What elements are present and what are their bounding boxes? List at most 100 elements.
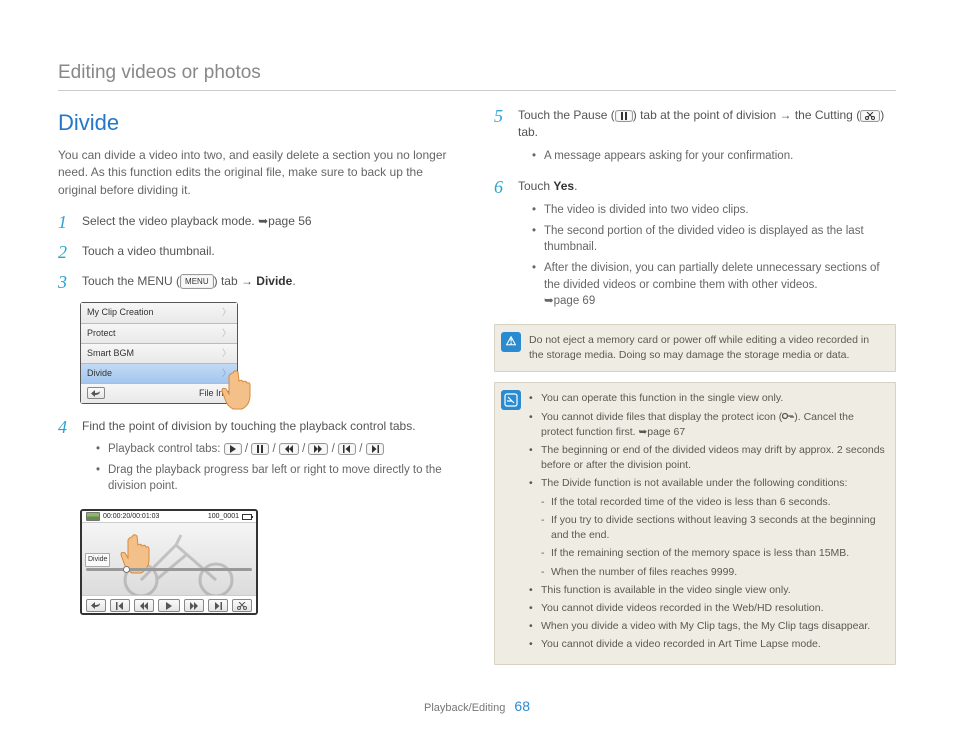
bullet: The second portion of the divided video … (532, 223, 896, 256)
page-ref-text: page 69 (554, 295, 596, 307)
info-bullet: You can operate this function in the sin… (529, 391, 885, 406)
warning-icon: ⚠ (501, 332, 521, 352)
key-icon (782, 412, 794, 420)
thumbnail-icon (86, 512, 100, 521)
chevron-right-icon: 〉 (222, 327, 231, 340)
divide-label: Divide (256, 274, 292, 288)
info-bullet: When you divide a video with My Clip tag… (529, 619, 885, 634)
chevron-right-icon: 〉 (222, 306, 231, 319)
step-number: 6 (494, 178, 512, 198)
bullet: The video is divided into two video clip… (532, 202, 896, 219)
content-columns: Divide You can divide a video into two, … (58, 107, 896, 675)
step-number: 5 (494, 107, 512, 127)
step-1: 1 Select the video playback mode. ➥page … (58, 213, 460, 233)
menu-item-selected: Divide〉 (81, 364, 237, 384)
step-text: Touch (518, 179, 553, 193)
left-column: Divide You can divide a video into two, … (58, 107, 460, 675)
step-4: 4 Find the point of division by touching… (58, 418, 460, 499)
info-bullet: The beginning or end of the divided vide… (529, 443, 885, 473)
menu-button-icon: MENU (180, 274, 214, 290)
bullet: Drag the playback progress bar left or r… (96, 462, 460, 495)
battery-icon (242, 514, 252, 520)
info-bullet: The Divide function is not available und… (529, 476, 885, 491)
page-ref: ➥page 56 (258, 214, 311, 228)
warning-note: ⚠ Do not eject a memory card or power of… (494, 324, 896, 372)
step-text: . (292, 274, 295, 288)
step-3: 3 Touch the MENU (MENU) tab → Divide. (58, 273, 460, 293)
step-body: Find the point of division by touching t… (82, 418, 460, 499)
page-ref-text: page 67 (647, 426, 685, 438)
step-6: 6 Touch Yes. The video is divided into t… (494, 178, 896, 313)
bullet: Playback control tabs: / / / / / (96, 441, 460, 458)
bullet: After the division, you can partially de… (532, 260, 896, 310)
step-text: ) tab at the point of division → the Cut… (633, 108, 860, 122)
menu-item: Smart BGM 〉 (81, 344, 237, 364)
bullet: A message appears asking for your confir… (532, 148, 896, 165)
clipname: 100_0001 (208, 512, 239, 522)
bullet-text: Playback control tabs: (108, 443, 224, 455)
menu-item-label: My Clip Creation (87, 306, 154, 319)
info-bullet: This function is available in the video … (529, 583, 885, 598)
info-sub-bullet: If the total recorded time of the video … (529, 495, 885, 510)
step-body: Touch the Pause ( ) tab at the point of d… (518, 107, 896, 168)
frame-back-icon (338, 443, 356, 455)
footer-section: Playback/Editing (424, 702, 505, 714)
step-text: ) tab → (214, 274, 257, 288)
page-footer: Playback/Editing 68 (0, 698, 954, 714)
timecode: 00:00:20/00:01:03 (103, 512, 159, 522)
step-5: 5 Touch the Pause ( ) tab at the point of… (494, 107, 896, 168)
rewind-button (134, 599, 154, 612)
page-heading: Editing videos or photos (58, 62, 896, 91)
menu-bottom-row: File Info (81, 384, 237, 403)
fast-forward-icon (308, 443, 328, 455)
step-text: . (574, 179, 577, 193)
step-body: Touch the MENU (MENU) tab → Divide. (82, 273, 460, 290)
right-column: 5 Touch the Pause ( ) tab at the point of… (494, 107, 896, 675)
info-sub-bullet: If the remaining section of the memory s… (529, 546, 885, 561)
step-number: 1 (58, 213, 76, 233)
step-text: Touch the MENU ( (82, 274, 180, 288)
intro-paragraph: You can divide a video into two, and eas… (58, 147, 460, 199)
player-viewport: Divide (82, 523, 256, 595)
menu-item-label: Smart BGM (87, 347, 134, 360)
info-text: You cannot divide files that display the… (541, 411, 782, 423)
player-controls (82, 595, 256, 615)
page-ref-text: page 56 (268, 214, 311, 228)
play-icon (224, 443, 242, 455)
step-body: Touch a video thumbnail. (82, 243, 460, 260)
frame-back-button (110, 599, 130, 612)
back-button (86, 599, 106, 612)
step-body: Touch Yes. The video is divided into two… (518, 178, 896, 313)
scissors-icon (860, 110, 880, 122)
pause-icon (251, 443, 269, 455)
frame-forward-button (208, 599, 228, 612)
rewind-icon (279, 443, 299, 455)
step-number: 4 (58, 418, 76, 438)
warning-text: Do not eject a memory card or power off … (529, 334, 869, 361)
player-screenshot: 00:00:20/00:01:03 100_0001 Divide (80, 509, 258, 615)
hand-pointer-icon (219, 369, 259, 411)
section-title: Divide (58, 107, 460, 139)
page-number: 68 (514, 698, 530, 714)
menu-screenshot: My Clip Creation 〉 Protect 〉 Smart BGM 〉 Di… (80, 302, 238, 403)
info-bullet: You cannot divide files that display the… (529, 410, 885, 440)
info-sub-bullet: When the number of files reaches 9999. (529, 565, 885, 580)
frame-forward-icon (366, 443, 384, 455)
bike-illustration (86, 525, 256, 595)
progress-bar (86, 568, 252, 573)
menu-item: Protect 〉 (81, 324, 237, 344)
menu-item: My Clip Creation 〉 (81, 303, 237, 323)
info-sub-bullet: If you try to divide sections without le… (529, 513, 885, 543)
menu-item-label: Protect (87, 327, 116, 340)
cut-button (232, 599, 252, 612)
step-number: 3 (58, 273, 76, 293)
info-icon (501, 390, 521, 410)
back-icon (87, 387, 105, 399)
info-note: You can operate this function in the sin… (494, 382, 896, 664)
player-topbar: 00:00:20/00:01:03 100_0001 (82, 511, 256, 523)
step-body: Select the video playback mode. ➥page 56 (82, 213, 460, 230)
menu-item-label: Divide (87, 367, 112, 380)
chevron-right-icon: 〉 (222, 347, 231, 360)
pause-icon (615, 110, 633, 122)
step-text: Touch the Pause ( (518, 108, 615, 122)
